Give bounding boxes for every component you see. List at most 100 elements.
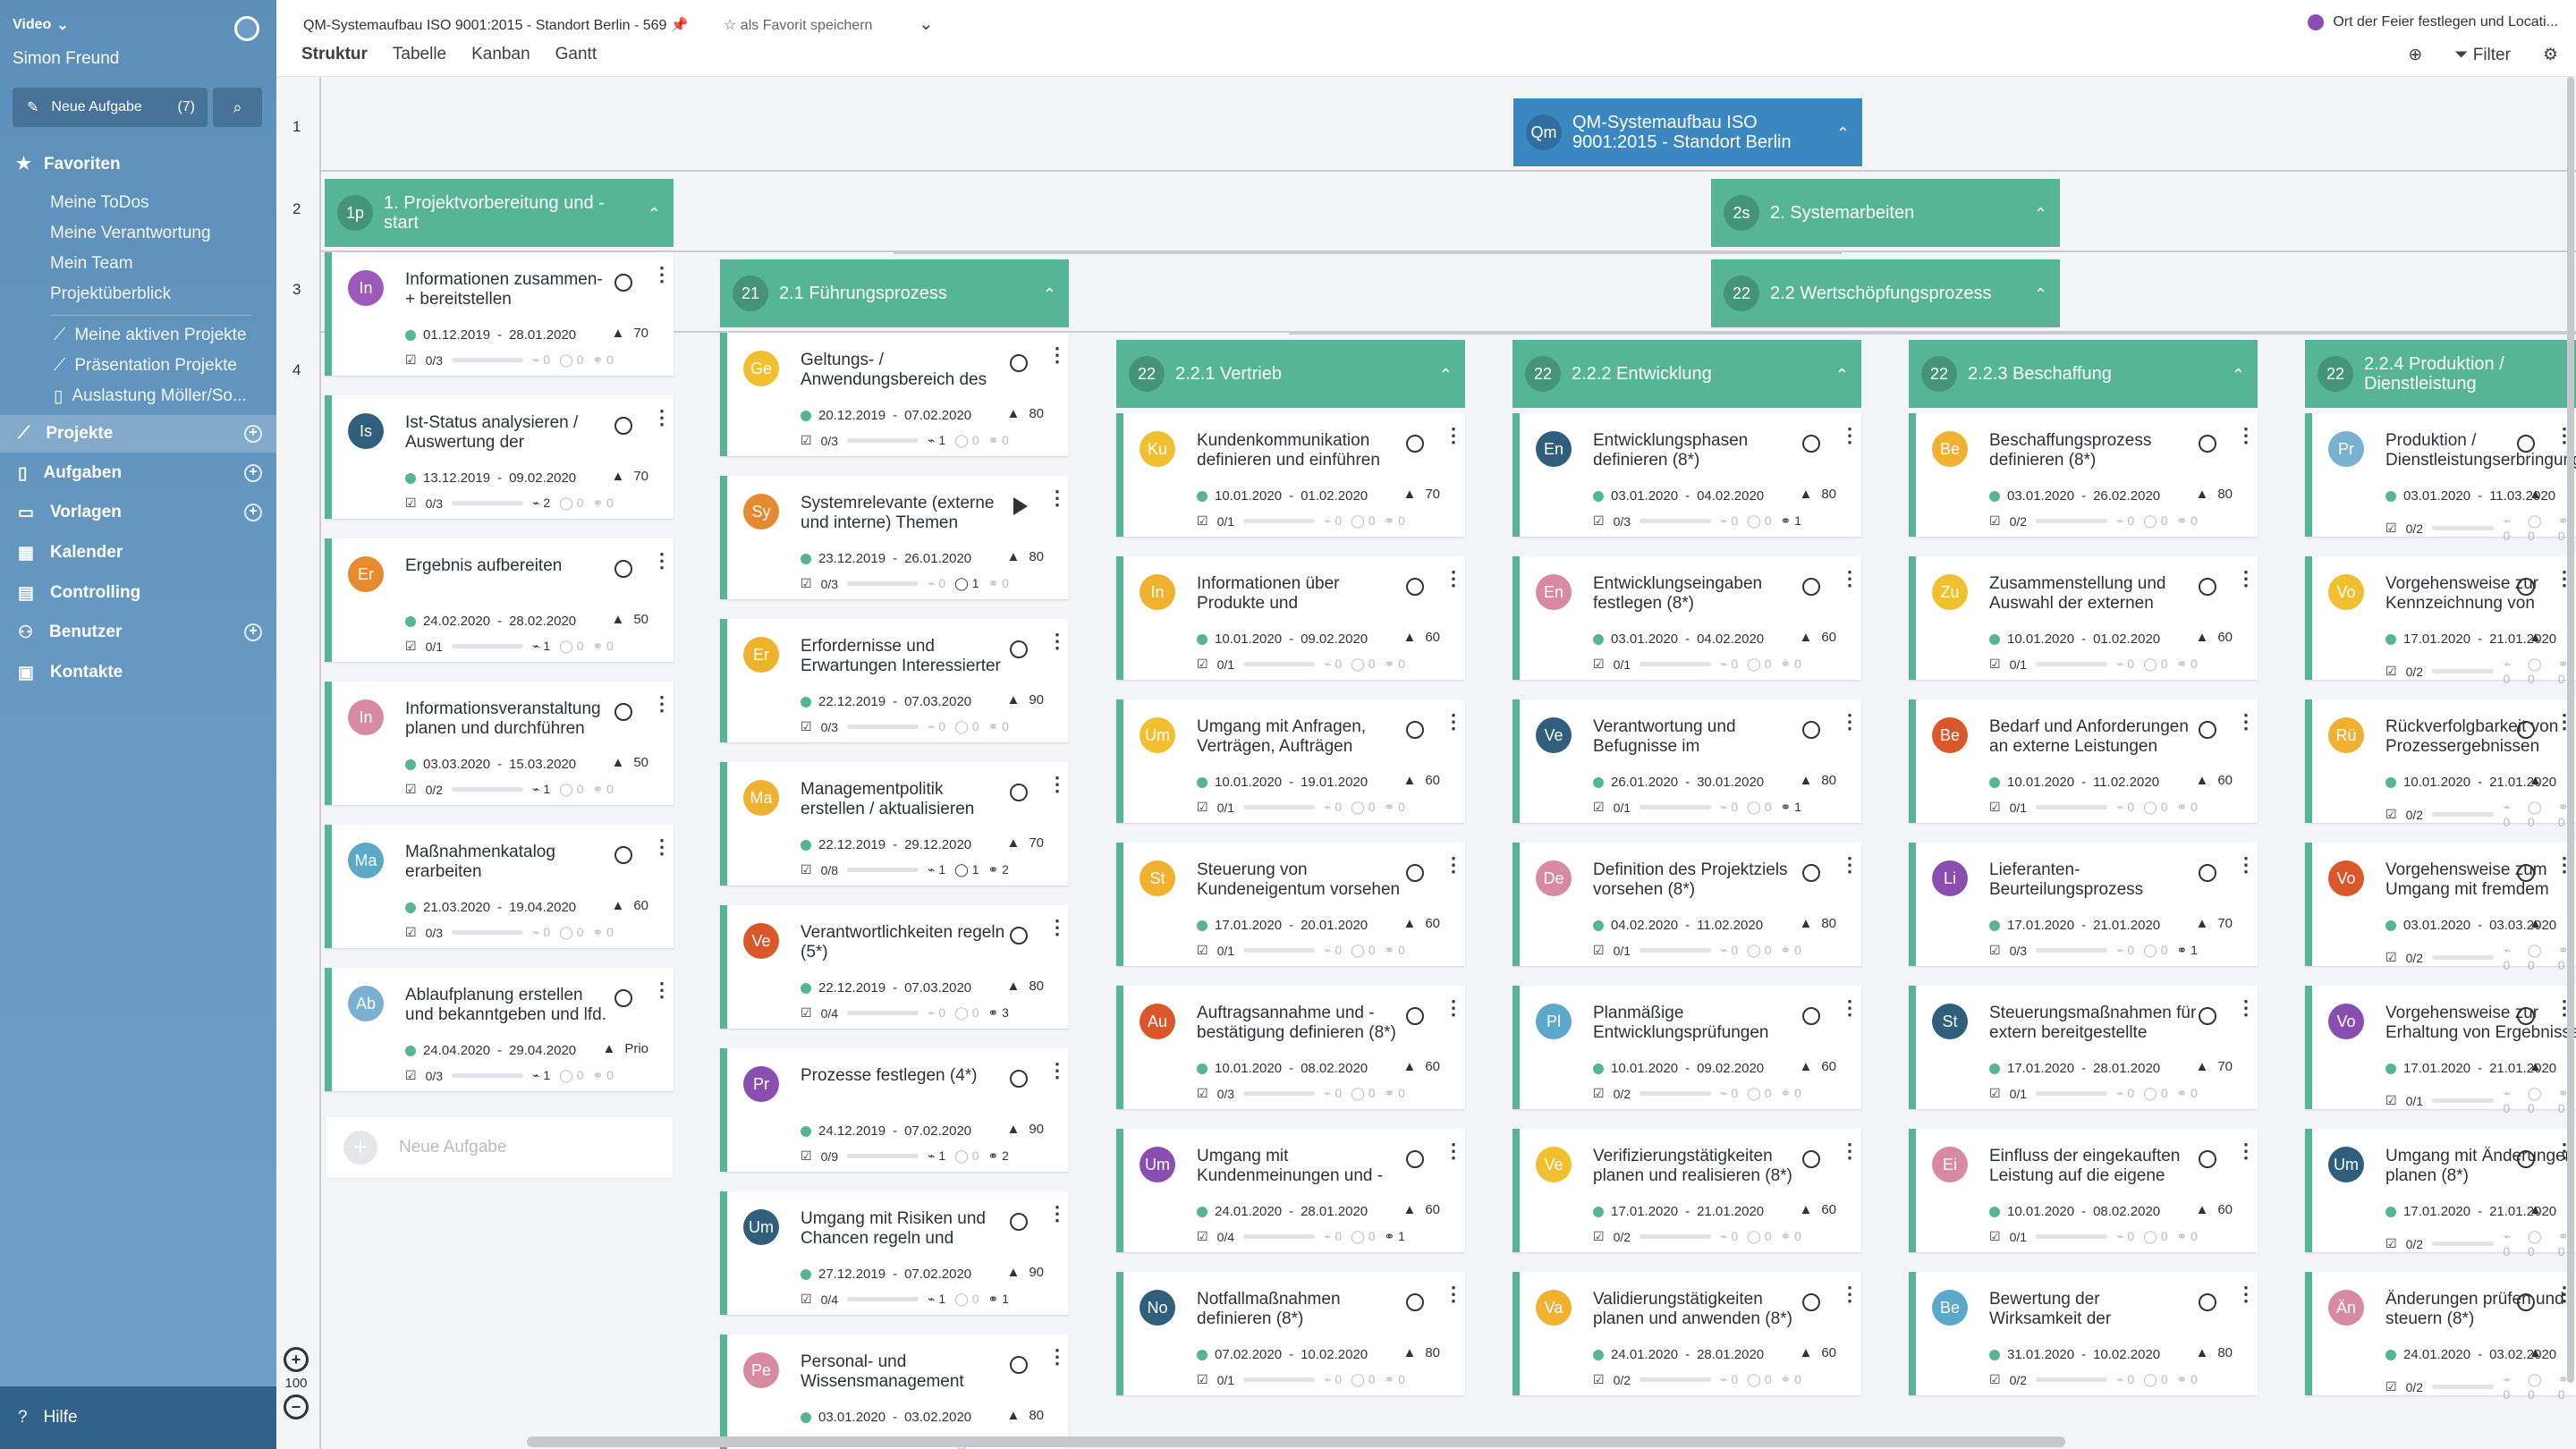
collapse-icon[interactable]: ⌃	[1043, 284, 1056, 304]
task-card[interactable]: Um Umgang mit Risiken und Chancen regeln …	[720, 1191, 1069, 1315]
task-card[interactable]: Er Erfordernisse und Erwartungen Interess…	[720, 619, 1069, 742]
nav-controlling[interactable]: ▤ Controlling	[0, 574, 276, 612]
status-circle-icon[interactable]	[1010, 927, 1028, 945]
status-circle-icon[interactable]	[1406, 435, 1424, 453]
status-circle-icon[interactable]	[614, 560, 632, 578]
status-circle-icon[interactable]	[614, 989, 632, 1007]
more-icon[interactable]: ⋮	[1444, 1284, 1463, 1304]
node-2-2-2[interactable]: 22 2.2.2 Entwicklung ⌃	[1513, 340, 1861, 408]
task-card[interactable]: Pe Personal- und Wissensmanagement ⋮ 03.01.…	[720, 1335, 1069, 1449]
status-circle-icon[interactable]	[1802, 1007, 1820, 1025]
status-circle-icon[interactable]	[1406, 721, 1424, 739]
nav-projekte[interactable]: ⟋ Projekte +	[0, 415, 276, 453]
task-card[interactable]: Er Ergebnis aufbereiten ⋮ 24.02.2020-28.02.…	[325, 538, 674, 662]
task-card[interactable]: In Informationsveranstaltung planen und d…	[325, 682, 674, 805]
project-link-active[interactable]: ⟋ Meine aktiven Projekte	[54, 326, 247, 345]
node-2-1[interactable]: 21 2.1 Führungsprozess ⌃	[720, 259, 1069, 327]
add-icon[interactable]: +	[244, 504, 262, 521]
task-card[interactable]: Vo Vorgehensweise zur Kennzeichnung von ⋮ 1…	[2305, 556, 2576, 686]
project-link-presentation[interactable]: ⟋ Präsentation Projekte	[54, 356, 237, 376]
favorites-header[interactable]: ★ Favoriten	[16, 154, 121, 174]
task-card[interactable]: Ab Ablaufplanung erstellen und bekanntgeb…	[325, 968, 674, 1091]
status-circle-icon[interactable]	[2517, 578, 2535, 596]
status-circle-icon[interactable]	[1406, 1007, 1424, 1025]
status-circle-icon[interactable]	[1406, 1293, 1424, 1311]
more-icon[interactable]: ⋮	[652, 265, 672, 284]
more-icon[interactable]: ⋮	[1047, 345, 1067, 365]
play-icon[interactable]	[1013, 497, 1028, 515]
globe-icon[interactable]	[234, 16, 259, 41]
vertical-scrollbar[interactable]	[2567, 77, 2574, 1383]
task-card[interactable]: Ve Verantwortlichkeiten regeln (5*) ⋮ 22.12…	[720, 905, 1069, 1029]
more-icon[interactable]: ⋮	[2555, 712, 2574, 732]
task-card[interactable]: Be Beschaffungsprozess definieren (8*) ⋮ 03…	[1909, 413, 2258, 537]
task-card[interactable]: In Informationen zusammen- + bereitstelle…	[325, 252, 674, 376]
more-icon[interactable]: ⋮	[2555, 855, 2574, 875]
more-icon[interactable]: ⋮	[1840, 1284, 1860, 1304]
nav-aufgaben[interactable]: ▯ Aufgaben +	[0, 454, 276, 492]
more-icon[interactable]: ⋮	[1047, 1204, 1067, 1224]
more-icon[interactable]: ⋮	[652, 694, 672, 714]
more-icon[interactable]: ⋮	[1444, 712, 1463, 732]
new-task-card[interactable]: + Neue Aufgabe	[325, 1116, 674, 1179]
status-circle-icon[interactable]	[2517, 1293, 2535, 1311]
task-card[interactable]: Um Umgang mit Änderungen planen (8*) ⋮ 17.0…	[2305, 1129, 2576, 1258]
status-circle-icon[interactable]	[1010, 784, 1028, 801]
node-root[interactable]: Qm QM-Systemaufbau ISO 9001:2015 - Stando…	[1513, 98, 1862, 166]
task-card[interactable]: Ve Verifizierungstätigkeiten planen und r…	[1513, 1129, 1861, 1252]
nav-kontakte[interactable]: ▣ Kontakte	[0, 654, 276, 691]
save-favorite-button[interactable]: ☆ als Favorit speichern	[724, 16, 872, 34]
more-icon[interactable]: ⋮	[2236, 1141, 2256, 1161]
status-circle-icon[interactable]	[1802, 435, 1820, 453]
tab-kanban[interactable]: Kanban	[471, 45, 530, 64]
more-icon[interactable]: ⋮	[1047, 775, 1067, 794]
tab-gantt[interactable]: Gantt	[555, 45, 597, 64]
task-card[interactable]: Va Validierungstätigkeiten planen und anw…	[1513, 1272, 1861, 1395]
status-circle-icon[interactable]	[2199, 1007, 2216, 1025]
more-icon[interactable]: ⋮	[1444, 426, 1463, 445]
more-icon[interactable]: ⋮	[2236, 855, 2256, 875]
node-2-2-1[interactable]: 22 2.2.1 Vertrieb ⌃	[1116, 340, 1465, 408]
status-circle-icon[interactable]	[2517, 1007, 2535, 1025]
search-button[interactable]: ⌕	[213, 88, 262, 127]
task-card[interactable]: Än Änderungen prüfen und steuern (8*) ⋮ 24.…	[2305, 1272, 2576, 1402]
task-card[interactable]: Vo Vorgehensweise zum Umgang mit fremdem ⋮…	[2305, 843, 2576, 972]
task-card[interactable]: Ma Managementpolitik erstellen / aktualis…	[720, 762, 1069, 886]
help-button[interactable]: ? Hilfe	[0, 1386, 276, 1449]
fav-item-my-team[interactable]: Mein Team	[50, 254, 133, 274]
node-1[interactable]: 1p 1. Projektvorbereitung und -start ⌃	[325, 179, 674, 247]
status-circle-icon[interactable]	[2199, 578, 2216, 596]
more-icon[interactable]: ⋮	[2236, 569, 2256, 589]
status-circle-icon[interactable]	[2517, 435, 2535, 453]
collapse-icon[interactable]: ⌃	[2034, 204, 2047, 224]
task-card[interactable]: Is Ist-Status analysieren / Auswertung de…	[325, 395, 674, 519]
gear-icon[interactable]: ⚙	[2543, 45, 2558, 65]
notification[interactable]: Ort der Feier festlegen und Locati...	[2308, 14, 2558, 30]
task-card[interactable]: En Entwicklungsphasen definieren (8*) ⋮ 03.…	[1513, 413, 1861, 537]
status-circle-icon[interactable]	[2199, 1150, 2216, 1168]
task-card[interactable]: No Notfallmaßnahmen definieren (8*) ⋮ 07.02…	[1116, 1272, 1465, 1395]
status-circle-icon[interactable]	[1010, 1213, 1028, 1231]
collapse-icon[interactable]: ⌃	[1835, 365, 1849, 385]
more-icon[interactable]: ⋮	[652, 837, 672, 857]
task-card[interactable]: Ma Maßnahmenkatalog erarbeiten ⋮ 21.03.2020…	[325, 825, 674, 948]
status-circle-icon[interactable]	[614, 274, 632, 292]
more-icon[interactable]: ⋮	[1444, 855, 1463, 875]
node-2[interactable]: 2s 2. Systemarbeiten ⌃	[1711, 179, 2060, 247]
more-icon[interactable]: ⋮	[1047, 488, 1067, 508]
task-card[interactable]: St Steuerung von Kundeneigentum vorsehen ⋮…	[1116, 843, 1465, 966]
task-card[interactable]: Um Umgang mit Anfragen, Verträgen, Aufträ…	[1116, 699, 1465, 823]
status-circle-icon[interactable]	[1802, 864, 1820, 882]
more-icon[interactable]: ⋮	[2555, 1141, 2574, 1161]
zoom-out-icon[interactable]: −	[284, 1394, 309, 1419]
more-icon[interactable]: ⋮	[1444, 569, 1463, 589]
status-circle-icon[interactable]	[2199, 1293, 2216, 1311]
status-circle-icon[interactable]	[1406, 1150, 1424, 1168]
task-card[interactable]: Pl Planmäßige Entwicklungsprüfungen ⋮ 10.01…	[1513, 986, 1861, 1109]
task-card[interactable]: En Entwicklungseingaben festlegen (8*) ⋮ 03…	[1513, 556, 1861, 680]
tab-struktur[interactable]: Struktur	[301, 45, 368, 64]
more-icon[interactable]: ⋮	[1047, 1061, 1067, 1080]
more-icon[interactable]: ⋮	[1047, 631, 1067, 651]
more-icon[interactable]: ⋮	[652, 408, 672, 428]
task-card[interactable]: Pr Produktion / Dienstleistungserbringung…	[2305, 413, 2576, 543]
